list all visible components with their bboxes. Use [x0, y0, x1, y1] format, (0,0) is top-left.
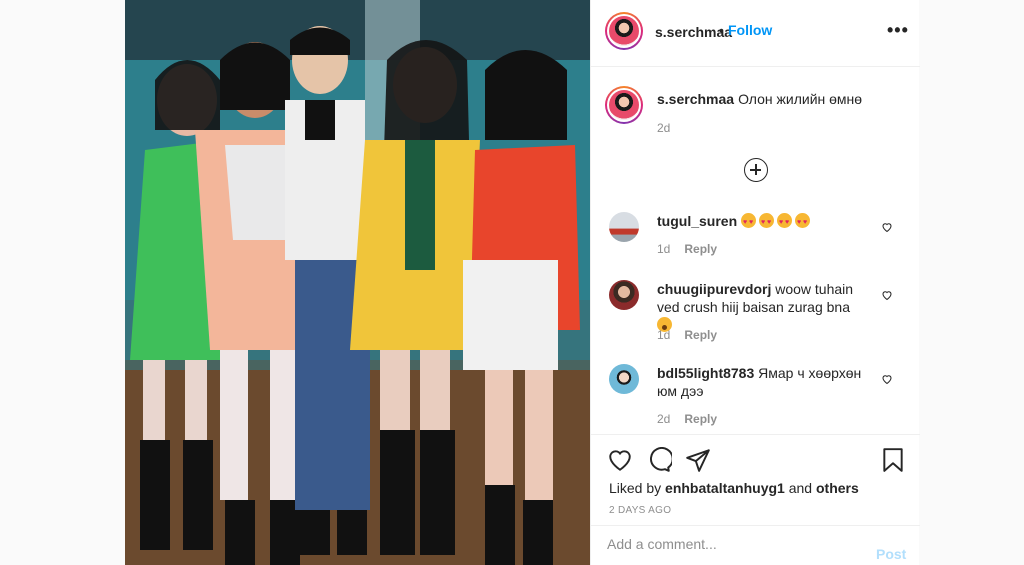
reply-button[interactable]: Reply: [684, 328, 717, 342]
heart-eyes-emoji: [741, 213, 813, 232]
bookmark-icon[interactable]: [880, 447, 906, 473]
post-header: s.serchmaa • Follow •••: [591, 0, 920, 67]
heart-icon[interactable]: [607, 447, 633, 473]
follow-button[interactable]: Follow: [728, 22, 772, 38]
post-comment-button[interactable]: Post: [876, 546, 906, 562]
comment-username[interactable]: chuugiipurevdorj: [657, 281, 771, 297]
post-details-panel: s.serchmaa • Follow ••• s.serchmaa Олон ж…: [590, 0, 920, 565]
post-date: 2 DAYS AGO: [609, 505, 672, 516]
separator-dot: •: [719, 22, 724, 38]
commenter-avatar[interactable]: [609, 364, 639, 394]
like-comment-heart-icon[interactable]: [881, 289, 893, 301]
like-comment-heart-icon[interactable]: [881, 373, 893, 385]
reply-button[interactable]: Reply: [684, 412, 717, 426]
add-comment-bar: Post: [591, 525, 920, 565]
caption-avatar[interactable]: [605, 86, 643, 124]
comment-icon[interactable]: [646, 447, 672, 473]
commenter-avatar[interactable]: [609, 280, 639, 310]
post-caption: s.serchmaa Олон жилийн өмнө: [657, 91, 862, 107]
comment-username[interactable]: tugul_suren: [657, 213, 737, 229]
caption-username[interactable]: s.serchmaa: [657, 91, 734, 107]
comment-time: 1d: [657, 328, 671, 342]
author-avatar[interactable]: [605, 12, 643, 50]
liked-by-text: Liked by enhbataltanhuyg1 and others: [609, 480, 859, 496]
comment-username[interactable]: bdl55light8783: [657, 365, 754, 381]
reply-button[interactable]: Reply: [684, 242, 717, 256]
commenter-avatar[interactable]: [609, 212, 639, 242]
like-comment-heart-icon[interactable]: [881, 221, 893, 233]
liked-by-user[interactable]: enhbataltanhuyg1: [665, 480, 785, 496]
instagram-post-view: s.serchmaa • Follow ••• s.serchmaa Олон ж…: [0, 0, 1024, 565]
more-options-icon[interactable]: •••: [887, 20, 909, 41]
load-more-icon[interactable]: [744, 158, 768, 182]
liked-others-link[interactable]: others: [816, 480, 859, 496]
comment-time: 1d: [657, 242, 671, 256]
post-actions: Liked by enhbataltanhuyg1 and others 2 D…: [591, 434, 920, 530]
comment-input[interactable]: [607, 536, 857, 552]
photo-image: [125, 0, 590, 565]
post-photo[interactable]: [125, 0, 590, 565]
comment-time: 2d: [657, 412, 671, 426]
caption-text: Олон жилийн өмнө: [738, 91, 863, 107]
share-icon[interactable]: [685, 447, 711, 473]
caption-time: 2d: [657, 121, 671, 135]
